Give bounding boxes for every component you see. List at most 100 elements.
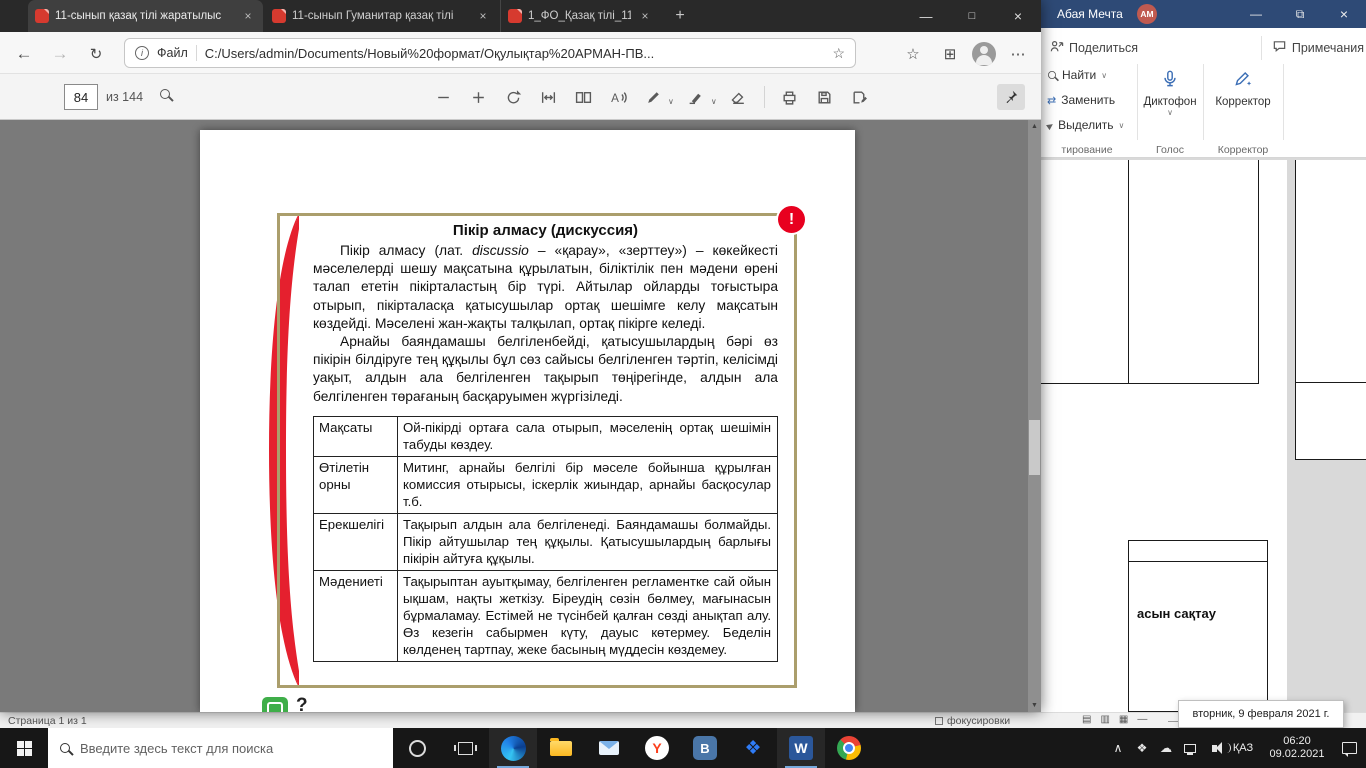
find-icon [1048, 71, 1056, 79]
word-close-button[interactable]: × [1322, 0, 1366, 28]
new-tab-button[interactable]: + [668, 4, 692, 28]
find-button[interactable]: Найти ∨ [1047, 64, 1107, 86]
browser-tab-2[interactable]: 11-сынып Гуманитар қазақ тілі × [265, 0, 498, 32]
select-button[interactable]: ▶ Выделить ∨ [1047, 114, 1124, 136]
tab-title: 11-сынып қазақ тілі жаратылыс [55, 10, 234, 22]
comments-button[interactable]: Примечания [1261, 36, 1364, 60]
pdf-viewer[interactable]: Пікір алмасу (дискуссия) Пікір алмасу (л… [0, 120, 1041, 712]
taskbar-search[interactable] [48, 728, 393, 768]
onedrive-cloud-icon[interactable]: ☁ [1154, 728, 1178, 768]
editor-button[interactable]: Корректор [1207, 62, 1279, 144]
replace-button[interactable]: ⇄ Заменить [1047, 89, 1115, 111]
draw-pen-icon[interactable] [640, 84, 666, 110]
zoom-in-icon[interactable] [465, 84, 491, 110]
word-minimize-button[interactable]: — [1234, 0, 1278, 28]
back-icon[interactable]: ← [10, 40, 38, 68]
taskbar-chrome[interactable] [825, 728, 873, 768]
group-label-editor: Корректор [1205, 144, 1281, 158]
taskbar-explorer[interactable] [537, 728, 585, 768]
read-mode-icon[interactable]: ▤ [1082, 714, 1091, 725]
browser-tab-3[interactable]: 1_ФО_Қазақ тілі_11_ОГН.pdf × [500, 0, 660, 32]
action-center-button[interactable] [1334, 728, 1364, 768]
tray-dropbox-icon[interactable]: ❖ [1130, 728, 1154, 768]
tray-expand-icon[interactable]: ∧ [1106, 728, 1130, 768]
scroll-down-icon[interactable]: ▼ [1028, 702, 1041, 709]
collections-icon[interactable]: ⊞ [935, 40, 965, 68]
refresh-icon[interactable]: ↻ [82, 40, 110, 68]
address-url[interactable]: C:/Users/admin/Documents/Новый%20формат/… [205, 46, 825, 61]
word-account-avatar[interactable]: АМ [1137, 4, 1157, 24]
vertical-scrollbar[interactable]: ▲ ▼ [1028, 120, 1041, 712]
dictate-button[interactable]: Диктофон ∨ [1141, 62, 1199, 144]
pin-toolbar-button[interactable] [997, 84, 1025, 110]
table-desc: Митинг, арнайы белгілі бір мәселе бойынш… [398, 456, 778, 513]
cortana-button[interactable] [393, 728, 441, 768]
windows-logo-icon [17, 741, 32, 756]
tab-close-icon[interactable]: × [240, 9, 256, 23]
rotate-icon[interactable] [500, 84, 526, 110]
page-number-input[interactable]: 84 [64, 84, 98, 110]
clock[interactable]: 06:20 09.02.2021 [1260, 735, 1334, 761]
table-term: Мәдениеті [314, 570, 398, 661]
language-indicator[interactable]: ҚАЗ [1226, 742, 1260, 754]
save-as-icon[interactable] [847, 84, 873, 110]
word-restore-button[interactable]: ⧉ [1278, 0, 1322, 28]
taskbar-word[interactable]: W [777, 728, 825, 768]
forward-icon[interactable]: → [46, 40, 74, 68]
page-view-icon[interactable] [570, 84, 596, 110]
read-aloud-icon[interactable]: A [605, 84, 631, 110]
edge-tab-strip: 11-сынып қазақ тілі жаратылыс × 11-сынып… [0, 0, 1041, 32]
word-page: асын сақтау [1041, 160, 1287, 712]
taskbar-yandex[interactable]: Y [633, 728, 681, 768]
task-view-button[interactable] [441, 728, 489, 768]
word-page-count[interactable]: Страница 1 из 1 [8, 715, 87, 727]
favorites-icon[interactable]: ☆ [898, 40, 928, 68]
save-icon[interactable] [812, 84, 838, 110]
focus-mode-button[interactable]: фокусировки [935, 715, 1010, 727]
paragraph-2: Арнайы баяндамашы белгіленбейді, қатысуш… [313, 333, 778, 406]
select-cursor-icon: ▶ [1045, 120, 1055, 131]
svg-text:A: A [611, 91, 619, 104]
taskbar-dropbox[interactable]: ❖ [729, 728, 777, 768]
edge-close-button[interactable]: × [995, 0, 1041, 32]
search-icon[interactable] [160, 89, 170, 99]
network-icon[interactable] [1178, 728, 1202, 768]
fit-to-width-icon[interactable] [535, 84, 561, 110]
word-document-area[interactable]: асын сақтау [1041, 158, 1366, 712]
browser-tab-1[interactable]: 11-сынып қазақ тілі жаратылыс × [28, 0, 263, 32]
table-desc: Тақырып алдын ала белгіленеді. Баяндамаш… [398, 513, 778, 570]
taskbar-mail[interactable] [585, 728, 633, 768]
volume-icon[interactable] [1202, 728, 1226, 768]
zoom-out-icon[interactable]: — [1137, 714, 1147, 725]
share-icon [1049, 39, 1064, 57]
profile-avatar[interactable] [972, 42, 996, 66]
print-layout-icon[interactable]: ▥ [1100, 714, 1109, 725]
edge-minimize-button[interactable]: — [903, 0, 949, 32]
info-icon[interactable]: i [135, 46, 149, 60]
search-input[interactable] [80, 741, 360, 756]
editor-label: Корректор [1215, 96, 1270, 108]
more-menu-icon[interactable]: ⋯ [1003, 40, 1033, 68]
print-icon[interactable] [777, 84, 803, 110]
chevron-down-icon[interactable]: ∨ [668, 97, 674, 110]
share-button[interactable]: Поделиться [1049, 36, 1138, 60]
tab-close-icon[interactable]: × [637, 9, 653, 23]
bookmark-star-icon[interactable]: ☆ [832, 45, 845, 62]
scroll-up-icon[interactable]: ▲ [1028, 123, 1041, 130]
web-layout-icon[interactable]: ▦ [1119, 714, 1128, 725]
content-box: Пікір алмасу (дискуссия) Пікір алмасу (л… [277, 213, 797, 688]
chevron-down-icon[interactable]: ∨ [711, 97, 717, 110]
word-account-name[interactable]: Абая Мечта [1057, 7, 1123, 21]
action-center-icon [1342, 742, 1357, 754]
highlighter-icon[interactable] [683, 84, 709, 110]
taskbar-vk[interactable]: В [681, 728, 729, 768]
zoom-out-icon[interactable] [430, 84, 456, 110]
tab-close-icon[interactable]: × [475, 9, 491, 23]
address-bar[interactable]: i Файл C:/Users/admin/Documents/Новый%20… [124, 38, 856, 68]
edge-maximize-button[interactable]: □ [949, 0, 995, 32]
eraser-icon[interactable] [726, 84, 752, 110]
scrollbar-thumb[interactable] [1029, 420, 1040, 475]
taskbar-edge[interactable] [489, 728, 537, 768]
start-button[interactable] [0, 728, 48, 768]
tab-title: 1_ФО_Қазақ тілі_11_ОГН.pdf [528, 10, 631, 22]
